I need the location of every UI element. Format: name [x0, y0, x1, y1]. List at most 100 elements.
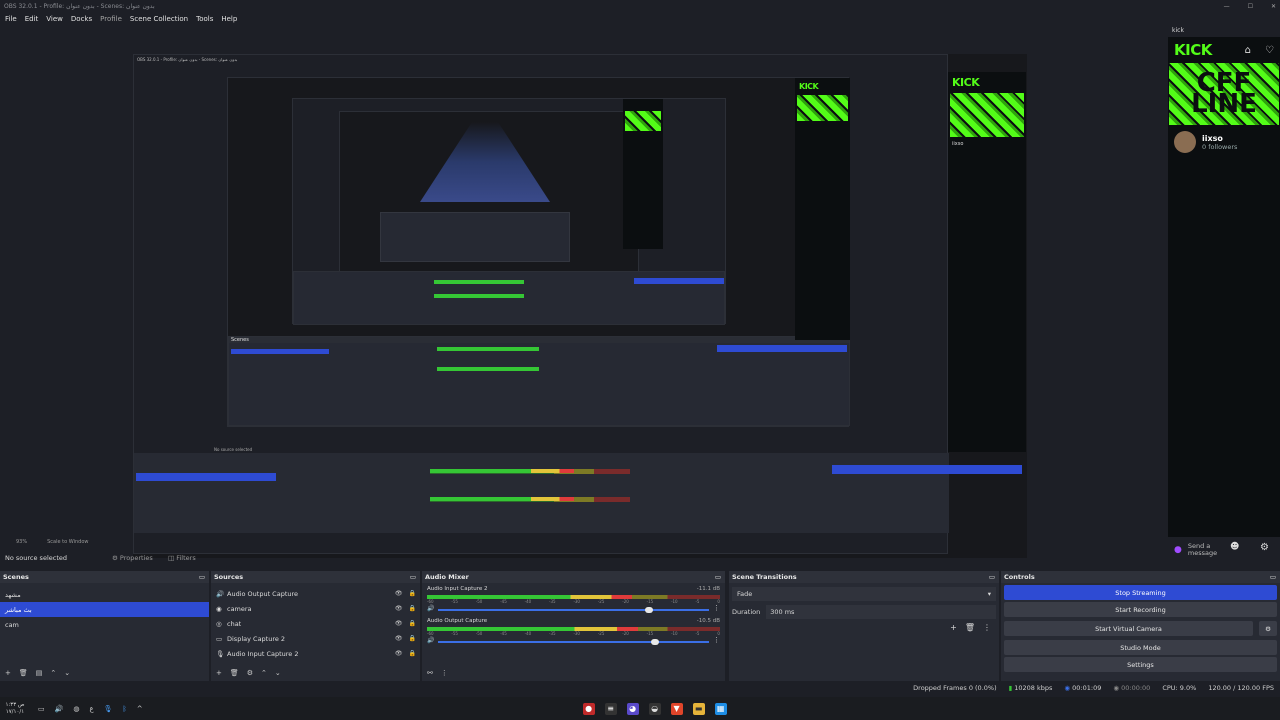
settings-button[interactable]: Settings	[1004, 657, 1277, 672]
source-item[interactable]: ▭ Display Capture 2 👁 🔒	[211, 631, 420, 646]
eye-icon[interactable]: 👁	[395, 650, 403, 657]
lock-icon[interactable]: 🔒	[409, 620, 416, 627]
eye-icon[interactable]: 👁	[395, 635, 403, 642]
close-icon[interactable]: ✕	[1271, 3, 1276, 10]
chevron-up-icon[interactable]: ⌃	[50, 669, 56, 677]
language-icon[interactable]: ع	[89, 705, 93, 713]
obs-taskbar-icon[interactable]: ●	[582, 702, 595, 715]
gift-icon[interactable]: ⌂	[1245, 45, 1251, 56]
menu-help[interactable]: Help	[221, 15, 237, 23]
no-source-label: No source selected	[5, 554, 67, 562]
add-icon[interactable]: +	[5, 669, 11, 677]
chevron-up-icon[interactable]: ^	[137, 705, 143, 713]
studio-mode-button[interactable]: Studio Mode	[1004, 640, 1277, 655]
more-icon[interactable]: ⋮	[713, 636, 720, 644]
taskbar-clock[interactable]: ۱:۳۳ ص ۱۷/۱۰/۱	[0, 702, 28, 714]
nested-obs-window-3	[292, 98, 726, 325]
scene-item[interactable]: cam	[0, 617, 209, 632]
discord-taskbar-icon[interactable]: ◕	[626, 702, 639, 715]
filters-icon[interactable]: ▤	[36, 669, 43, 677]
browser-icon: ◎	[216, 619, 222, 628]
trash-icon[interactable]: 🗑	[965, 623, 975, 632]
lock-icon[interactable]: 🔒	[409, 590, 416, 597]
nested-docks-header-2: Scenes	[229, 337, 849, 343]
speaker-icon[interactable]: 🔊	[427, 637, 434, 644]
menu-view[interactable]: View	[46, 15, 63, 23]
source-item[interactable]: 🎙 Audio Input Capture 2 👁 🔒	[211, 646, 420, 661]
add-icon[interactable]: +	[216, 669, 222, 677]
preview-area[interactable]: OBS 32.0.1 - Profile: بدون عنوان - Scene…	[0, 25, 1165, 558]
kick-username: iixso	[1202, 133, 1223, 143]
volume-slider[interactable]	[438, 606, 709, 613]
menu-scene-collection[interactable]: Scene Collection	[130, 15, 188, 23]
capture-taskbar-icon[interactable]: ◒	[648, 702, 661, 715]
menu-profile[interactable]: Profile	[100, 15, 122, 23]
chevron-up-icon[interactable]: ⌃	[261, 669, 267, 677]
windows-start-icon[interactable]: ▦	[714, 702, 727, 715]
menu-file[interactable]: File	[5, 15, 17, 23]
link-icon[interactable]: ⚯	[427, 669, 433, 677]
stop-streaming-button[interactable]: Stop Streaming	[1004, 585, 1277, 600]
start-virtual-camera-button[interactable]: Start Virtual Camera	[1004, 621, 1253, 636]
filters-button[interactable]: ◫ Filters	[168, 554, 196, 562]
dock-menu-icon[interactable]: ▭	[989, 571, 995, 583]
dock-menu-icon[interactable]: ▭	[1270, 571, 1276, 583]
heart-icon[interactable]: ♡	[1265, 45, 1274, 56]
transition-select[interactable]: Fade ▾	[732, 587, 996, 601]
add-icon[interactable]: +	[950, 623, 957, 632]
zoom-level[interactable]: 93%	[16, 539, 27, 545]
dock-menu-icon[interactable]: ▭	[410, 571, 416, 583]
wifi-icon[interactable]: ◍	[73, 705, 79, 713]
dock-menu-icon[interactable]: ▭	[199, 571, 205, 583]
chevron-down-icon[interactable]: ⌄	[275, 669, 281, 677]
notification-icon[interactable]: ▭	[38, 705, 45, 713]
menu-tools[interactable]: Tools	[196, 15, 213, 23]
app-taskbar-icon[interactable]: ≡	[604, 702, 617, 715]
speaker-icon[interactable]: 🔊	[55, 705, 64, 713]
kick-profile[interactable]: iixso 0 followers	[1168, 125, 1280, 159]
source-item[interactable]: ◎ chat 👁 🔒	[211, 616, 420, 631]
trash-icon[interactable]: 🗑	[19, 669, 28, 677]
microphone-icon[interactable]: 🎙	[104, 705, 113, 713]
maximize-icon[interactable]: ☐	[1248, 3, 1253, 10]
folder-taskbar-icon[interactable]: ▬	[692, 702, 705, 715]
volume-slider[interactable]	[438, 638, 709, 645]
gear-icon[interactable]: ⚙	[247, 669, 253, 677]
source-label: camera	[227, 604, 252, 613]
avatar[interactable]	[1174, 131, 1196, 153]
chevron-down-icon: ▾	[987, 590, 991, 598]
lock-icon[interactable]: 🔒	[409, 605, 416, 612]
more-icon[interactable]: ⋮	[441, 669, 448, 677]
menu-docks[interactable]: Docks	[71, 15, 92, 23]
nested-kick-panel-1: KICK iixso	[948, 72, 1026, 452]
minimize-icon[interactable]: —	[1224, 3, 1230, 10]
more-icon[interactable]: ⋮	[713, 604, 720, 612]
chevron-down-icon[interactable]: ⌄	[64, 669, 70, 677]
source-item[interactable]: ◉ camera 👁 🔒	[211, 601, 420, 616]
lock-icon[interactable]: 🔒	[409, 635, 416, 642]
source-item[interactable]: 🔊 Audio Output Capture 👁 🔒	[211, 586, 420, 601]
stream-time: ◉ 00:01:09	[1064, 684, 1102, 692]
gear-icon[interactable]: ⚙	[1259, 621, 1277, 636]
speaker-icon[interactable]: 🔊	[427, 605, 434, 612]
start-recording-button[interactable]: Start Recording	[1004, 602, 1277, 617]
brave-taskbar-icon[interactable]: ▼	[670, 702, 683, 715]
audio-output-icon: 🔊	[216, 589, 225, 598]
eye-icon[interactable]: 👁	[395, 620, 403, 627]
duration-input[interactable]: 300 ms	[766, 605, 996, 619]
nested-docks-1	[134, 453, 1022, 533]
dock-menu-icon[interactable]: ▭	[715, 571, 721, 583]
eye-icon[interactable]: 👁	[395, 605, 403, 612]
properties-button[interactable]: ⚙ Properties	[112, 554, 168, 562]
scene-item[interactable]: مشهد	[0, 587, 209, 602]
source-label: Audio Input Capture 2	[227, 649, 299, 658]
lock-icon[interactable]: 🔒	[409, 650, 416, 657]
preview-canvas[interactable]: OBS 32.0.1 - Profile: بدون عنوان - Scene…	[133, 54, 1027, 558]
scale-mode[interactable]: Scale to Window	[47, 539, 88, 545]
bluetooth-icon[interactable]: ᛒ	[123, 705, 127, 713]
menu-edit[interactable]: Edit	[25, 15, 39, 23]
more-icon[interactable]: ⋮	[983, 623, 991, 632]
eye-icon[interactable]: 👁	[395, 590, 403, 597]
trash-icon[interactable]: 🗑	[230, 669, 239, 677]
scene-item-selected[interactable]: بث مباشر	[0, 602, 209, 617]
